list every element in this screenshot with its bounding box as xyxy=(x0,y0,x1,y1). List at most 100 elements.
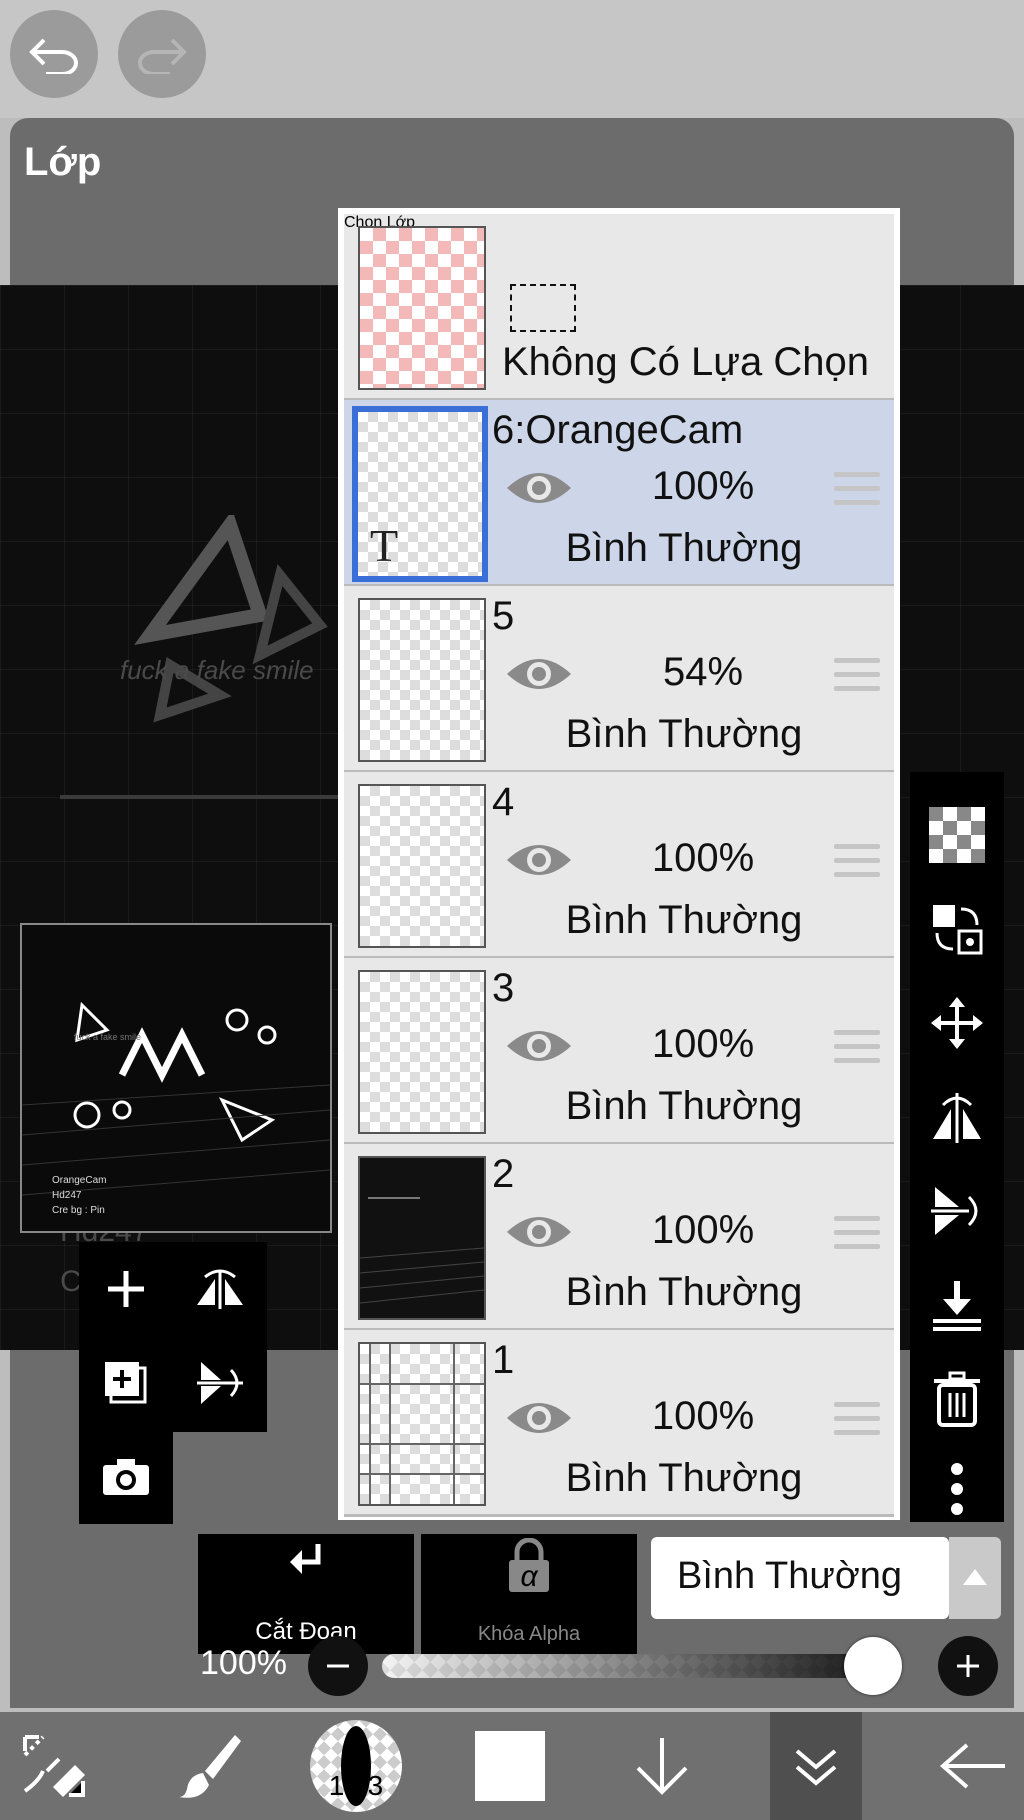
opacity-slider-fill xyxy=(382,1654,902,1678)
opacity-slider-knob[interactable] xyxy=(844,1637,902,1695)
redo-button[interactable] xyxy=(118,10,206,98)
drag-handle-icon[interactable] xyxy=(834,658,880,694)
merge-down-button[interactable] xyxy=(910,1260,1004,1350)
opacity-decrease-button[interactable] xyxy=(308,1636,368,1696)
layer-name: 2 xyxy=(492,1152,515,1196)
layer-name: 3 xyxy=(492,966,515,1010)
add-layer-button[interactable] xyxy=(79,1242,173,1336)
layers-panel-button[interactable] xyxy=(770,1712,862,1820)
canvas-line xyxy=(60,795,340,799)
plus-icon xyxy=(957,1655,979,1677)
drag-handle-icon[interactable] xyxy=(834,1402,880,1438)
transparency-button[interactable] xyxy=(910,790,1004,880)
layer-name: 4 xyxy=(492,780,515,824)
color-swatch xyxy=(475,1731,545,1801)
layer-row[interactable]: 1 100% Bình Thường xyxy=(344,1330,894,1517)
flip-horizontal-button[interactable] xyxy=(173,1242,267,1336)
layer-row[interactable]: T 6:OrangeCam 100% Bình Thường xyxy=(344,400,894,587)
undo-icon xyxy=(29,38,78,74)
transform-icon xyxy=(23,1735,85,1797)
delete-layer-button[interactable] xyxy=(910,1354,1004,1444)
selection-layer-row[interactable]: Chọn Lớp Không Có Lựa Chọn xyxy=(344,214,894,401)
opacity-slider[interactable] xyxy=(382,1654,902,1678)
layer-name: 6:OrangeCam xyxy=(492,408,744,452)
layer-row[interactable]: 2 100% Bình Thường xyxy=(344,1144,894,1331)
camera-button[interactable] xyxy=(79,1430,173,1524)
blend-mode-dropdown[interactable] xyxy=(949,1537,1001,1619)
layer-blend-mode: Bình Thường xyxy=(565,526,803,570)
layer-row[interactable]: 4 100% Bình Thường xyxy=(344,772,894,959)
brush-icon xyxy=(179,1735,241,1798)
triangle-up-icon xyxy=(963,1569,987,1585)
flip-vertical-button[interactable] xyxy=(910,1166,1004,1256)
layer-opacity: 100% xyxy=(651,1208,755,1252)
flip-horizontal-icon xyxy=(933,1093,981,1143)
transform-tool-button[interactable] xyxy=(0,1712,108,1820)
layer-opacity: 100% xyxy=(651,464,755,508)
eye-icon[interactable] xyxy=(504,466,574,510)
swap-icon xyxy=(933,905,983,955)
checkerboard-icon xyxy=(929,807,985,863)
duplicate-layer-icon xyxy=(105,1362,147,1404)
layer-blend-mode: Bình Thường xyxy=(565,1084,803,1128)
brush-size-preview: 16.3 xyxy=(310,1720,402,1812)
selection-layer-thumbnail xyxy=(358,226,486,390)
drag-handle-icon[interactable] xyxy=(834,472,880,508)
selection-marquee-icon xyxy=(510,284,576,332)
brush-size-value: 16.3 xyxy=(328,1770,384,1801)
selection-status: Không Có Lựa Chọn xyxy=(502,340,870,384)
more-options-button[interactable] xyxy=(910,1444,1004,1534)
eye-icon[interactable] xyxy=(504,652,574,696)
brush-size-button[interactable]: 16.3 xyxy=(308,1712,404,1820)
panel-title: Lớp xyxy=(24,140,102,184)
layer-thumbnail xyxy=(358,970,486,1134)
canvas-preview: fuck a fake smile OrangeCam Hd247 Cre bg… xyxy=(20,923,332,1233)
preview-text-line: Cre bg : Pin xyxy=(52,1205,105,1216)
layer-blend-mode: Bình Thường xyxy=(565,1456,803,1500)
layer-row[interactable]: 3 100% Bình Thường xyxy=(344,958,894,1145)
eye-icon[interactable] xyxy=(504,838,574,882)
layer-down-button[interactable] xyxy=(612,1712,712,1820)
flip-horizontal-button[interactable] xyxy=(910,1072,1004,1162)
add-image-layer-button[interactable] xyxy=(79,1336,173,1430)
canvas-art xyxy=(134,515,328,723)
blend-mode-value: Bình Thường xyxy=(677,1555,903,1597)
color-button[interactable] xyxy=(462,1712,558,1820)
back-button[interactable] xyxy=(924,1712,1024,1820)
preview-caption: fuck a fake smile xyxy=(74,1032,142,1042)
drag-handle-icon[interactable] xyxy=(834,1216,880,1252)
drag-handle-icon[interactable] xyxy=(834,844,880,880)
alpha-lock-button[interactable]: α Khóa Alpha xyxy=(421,1534,637,1654)
flip-vertical-button[interactable] xyxy=(173,1336,267,1430)
layer-blend-mode: Bình Thường xyxy=(565,1270,803,1314)
move-button[interactable] xyxy=(910,978,1004,1068)
plus-icon xyxy=(108,1271,144,1307)
swap-layer-button[interactable] xyxy=(910,884,1004,974)
clip-arrow-icon xyxy=(290,1544,321,1574)
layer-row[interactable]: 5 54% Bình Thường xyxy=(344,586,894,773)
layer-blend-mode: Bình Thường xyxy=(565,898,803,942)
drag-handle-icon[interactable] xyxy=(834,1030,880,1066)
layer-thumbnail xyxy=(358,1156,486,1320)
layer-thumbnail xyxy=(358,784,486,948)
undo-button[interactable] xyxy=(10,10,98,98)
layer-name: 1 xyxy=(492,1338,515,1382)
clipping-button[interactable]: Cắt Đoạn xyxy=(198,1534,414,1654)
flip-horizontal-icon xyxy=(197,1269,243,1309)
blend-mode-select[interactable]: Bình Thường xyxy=(651,1537,949,1619)
arrow-down-icon xyxy=(636,1738,688,1795)
arrow-left-icon xyxy=(939,1743,1005,1789)
layer-opacity: 54% xyxy=(662,650,744,694)
eye-icon[interactable] xyxy=(504,1210,574,1254)
trash-icon xyxy=(934,1371,980,1427)
eye-icon[interactable] xyxy=(504,1396,574,1440)
layer-thumbnail xyxy=(358,1342,486,1506)
brush-tool-button[interactable] xyxy=(156,1712,264,1820)
eye-icon[interactable] xyxy=(504,1024,574,1068)
flip-vertical-icon xyxy=(197,1362,243,1404)
preview-text-line: Hd247 xyxy=(52,1190,82,1201)
opacity-increase-button[interactable] xyxy=(938,1636,998,1696)
move-icon xyxy=(931,997,983,1049)
flip-vertical-icon xyxy=(931,1187,978,1235)
left-toolbar-camera xyxy=(79,1430,173,1524)
